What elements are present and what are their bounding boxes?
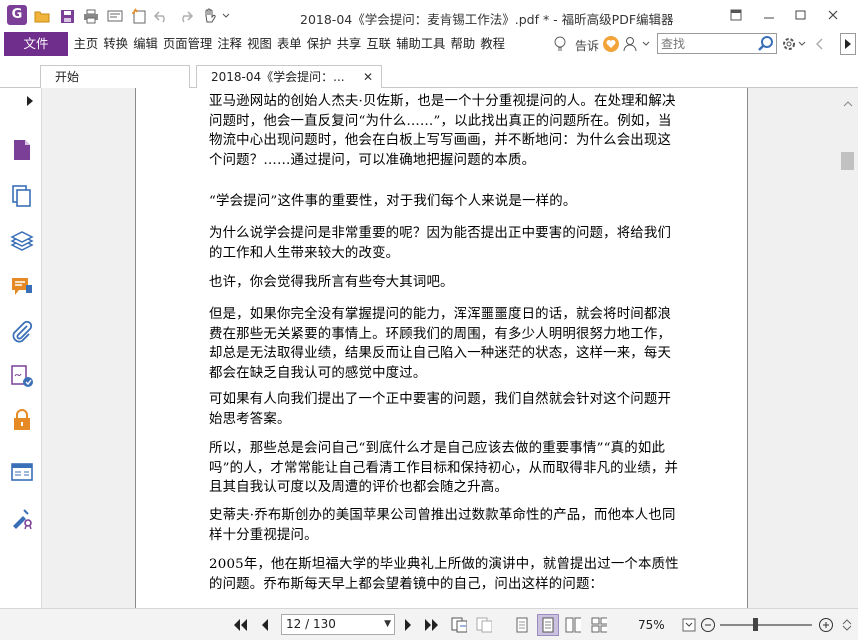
scroll-ribbon-right-icon[interactable] xyxy=(840,33,856,55)
menu-organize[interactable]: 页面管理 xyxy=(160,32,214,56)
single-page-view-icon[interactable] xyxy=(514,617,530,633)
document-view[interactable]: 亚马逊网站的创始人杰夫·贝佐斯，也是一个十分重视提问的人。在处理和解决问题时，他… xyxy=(42,88,838,608)
scrollbar-thumb[interactable] xyxy=(841,152,854,170)
attachment-icon[interactable] xyxy=(10,320,34,344)
search-icon[interactable] xyxy=(757,35,774,55)
menu-form[interactable]: 表单 xyxy=(274,32,304,56)
security-lock-icon[interactable] xyxy=(10,408,34,432)
lightbulb-icon[interactable] xyxy=(553,36,567,55)
open-folder-icon[interactable] xyxy=(33,7,51,25)
search-box[interactable] xyxy=(657,33,777,54)
document-tab-bar: 开始 2018-04《学会提问：... ✕ xyxy=(0,58,858,88)
menu-accessibility[interactable]: 辅助工具 xyxy=(394,32,448,56)
app-logo[interactable]: G xyxy=(7,5,27,25)
zoom-dropdown-icon[interactable] xyxy=(681,617,697,633)
zoom-slider-handle[interactable] xyxy=(753,618,758,631)
file-menu-button[interactable]: 文件 xyxy=(4,32,68,56)
menu-help[interactable]: 帮助 xyxy=(448,32,478,56)
previous-page-icon[interactable] xyxy=(257,617,273,633)
next-view-icon[interactable] xyxy=(476,617,492,633)
feedback-icon[interactable] xyxy=(603,36,619,52)
tab-start-label: 开始 xyxy=(55,70,80,84)
new-document-icon[interactable] xyxy=(130,7,148,25)
paragraph: 也许，你会觉得我所言有些夸大其词吧。 xyxy=(209,275,454,290)
paragraph: 但是，如果你完全没有掌握提问的能力，浑浑噩噩度日的话，就会将时间都浪费在那些无关… xyxy=(209,307,672,381)
first-page-icon[interactable] xyxy=(232,617,248,633)
close-tab-icon[interactable]: ✕ xyxy=(363,66,373,88)
search-input[interactable] xyxy=(658,34,754,53)
previous-view-icon[interactable] xyxy=(451,617,467,633)
menu-items: 主页 转换 编辑 页面管理 注释 视图 表单 保护 共享 互联 辅助工具 帮助 … xyxy=(71,32,508,56)
scroll-up-icon[interactable] xyxy=(843,96,853,110)
menu-view[interactable]: 视图 xyxy=(245,32,275,56)
maximize-icon[interactable] xyxy=(785,4,815,26)
paragraph: 所以，那些总是会问自己“到底什么才是自己应该去做的重要事情”“真的如此吗”的人，… xyxy=(209,441,679,495)
tab-document-label: 2018-04《学会提问：... xyxy=(211,70,345,84)
menu-bar: 文件 主页 转换 编辑 页面管理 注释 视图 表单 保护 共享 互联 辅助工具 … xyxy=(0,32,858,58)
continuous-facing-view-icon[interactable] xyxy=(591,617,607,633)
paragraph: 为什么说学会提问是非常重要的呢？因为能否提出正中要害的问题，将给我们的工作和人生… xyxy=(209,226,672,261)
save-icon[interactable] xyxy=(58,7,76,25)
paragraph: “学会提问”这件事的重要性，对于我们每个人来说是一样的。 xyxy=(209,194,577,209)
paragraph: 史蒂夫·乔布斯创办的美国苹果公司曾推出过数款革命性的产品，而他本人也同样十分重视… xyxy=(209,508,676,543)
zoom-in-icon[interactable] xyxy=(818,617,834,633)
chevron-down-icon[interactable]: ▼ xyxy=(384,615,391,634)
zoom-out-icon[interactable] xyxy=(700,617,716,633)
user-icon[interactable] xyxy=(621,35,653,53)
menu-tutorial[interactable]: 教程 xyxy=(478,32,508,56)
page-number-field[interactable]: 12 / 130 ▼ xyxy=(281,614,395,635)
undo-icon[interactable] xyxy=(153,7,171,25)
content-panel-icon[interactable] xyxy=(10,460,34,484)
tab-start[interactable]: 开始 xyxy=(40,65,190,88)
ribbon-display-icon[interactable] xyxy=(721,4,751,26)
page-thumbnail-icon[interactable] xyxy=(10,138,34,162)
paragraph: 2005年，他在斯坦福大学的毕业典礼上所做的演讲中，就曾提出过一个本质性的问题。… xyxy=(209,557,679,592)
menu-share[interactable]: 共享 xyxy=(334,32,364,56)
menu-comment[interactable]: 注释 xyxy=(215,32,245,56)
menu-edit[interactable]: 编辑 xyxy=(131,32,161,56)
close-window-icon[interactable] xyxy=(818,4,848,26)
continuous-view-icon[interactable] xyxy=(537,614,559,636)
print-icon[interactable] xyxy=(82,7,100,25)
settings-icon[interactable] xyxy=(781,35,807,53)
pages-icon[interactable] xyxy=(10,184,34,208)
menu-connect[interactable]: 互联 xyxy=(364,32,394,56)
layers-icon[interactable] xyxy=(10,230,34,254)
zoom-slider[interactable] xyxy=(720,624,812,626)
email-icon[interactable] xyxy=(106,7,124,25)
tab-document[interactable]: 2018-04《学会提问：... ✕ xyxy=(196,65,382,88)
scroll-ribbon-left-icon[interactable] xyxy=(813,35,825,53)
hand-tool-icon[interactable] xyxy=(201,7,231,25)
status-bar: 12 / 130 ▼ 75% xyxy=(0,608,858,640)
menu-protect[interactable]: 保护 xyxy=(304,32,334,56)
last-page-icon[interactable] xyxy=(424,617,440,633)
fullscreen-icon[interactable] xyxy=(840,617,854,633)
signature-icon[interactable] xyxy=(10,364,34,388)
paragraph: 亚马逊网站的创始人杰夫·贝佐斯，也是一个十分重视提问的人。在处理和解决问题时，他… xyxy=(209,94,676,168)
navigation-panel xyxy=(0,88,42,608)
next-page-icon[interactable] xyxy=(400,617,416,633)
vertical-scrollbar[interactable] xyxy=(838,88,858,608)
tell-me-label[interactable]: 告诉 xyxy=(575,37,599,54)
menu-home[interactable]: 主页 xyxy=(71,32,101,56)
expand-panel-icon[interactable] xyxy=(26,95,34,110)
comments-icon[interactable] xyxy=(10,275,34,299)
zoom-level[interactable]: 75% xyxy=(638,618,665,632)
certificate-icon[interactable] xyxy=(10,506,34,530)
minimize-icon[interactable] xyxy=(754,4,784,26)
pdf-page: 亚马逊网站的创始人杰夫·贝佐斯，也是一个十分重视提问的人。在处理和解决问题时，他… xyxy=(135,88,748,608)
facing-view-icon[interactable] xyxy=(565,617,581,633)
title-bar: G 2018-04《学会提问：麦肯锡工作法》.pdf * - 福昕高级PDF编辑… xyxy=(0,0,858,32)
page-indicator: 12 / 130 xyxy=(286,617,336,631)
window-title: 2018-04《学会提问：麦肯锡工作法》.pdf * - 福昕高级PDF编辑器 xyxy=(300,12,674,27)
redo-icon[interactable] xyxy=(176,7,194,25)
menu-convert[interactable]: 转换 xyxy=(101,32,131,56)
paragraph: 可如果有人向我们提出了一个正中要害的问题，我们自然就会针对这个问题开始思考答案。 xyxy=(209,392,672,427)
